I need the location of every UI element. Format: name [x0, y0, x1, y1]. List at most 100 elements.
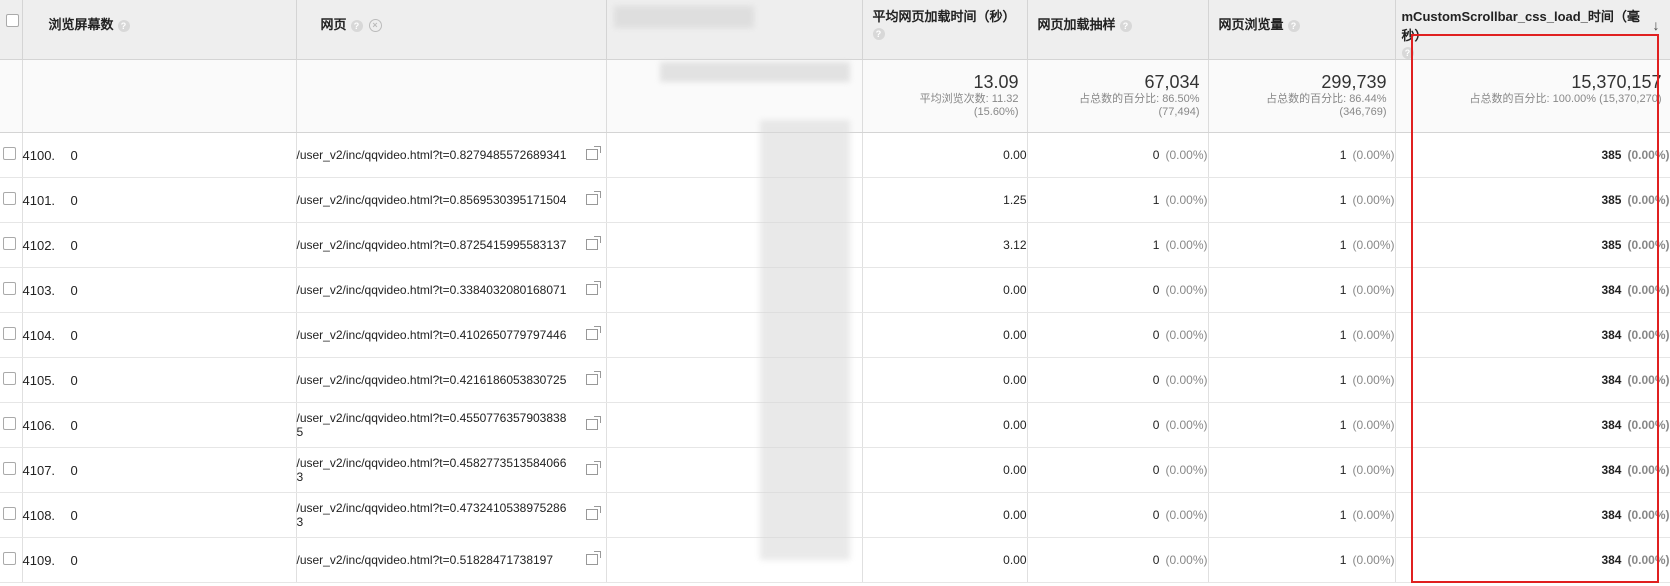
report-table-view: 浏览屏幕数? 网页? × 平均网页加载时间（秒）? 网页加载抽样? 网页浏览量? … [0, 0, 1670, 586]
load-time-value: 3.12 [1003, 238, 1027, 252]
row-index: 4106. [22, 417, 56, 433]
page-link[interactable]: /user_v2/inc/qqvideo.html?t=0.4732410538… [297, 501, 569, 529]
metric-pct: (0.00%) [1627, 238, 1670, 252]
help-icon[interactable]: ? [117, 19, 130, 32]
screens-value: 0 [70, 507, 78, 523]
total-load-sample-sub: 占总数的百分比: 86.50% [1079, 93, 1200, 105]
total-pageviews: 299,739 [1321, 72, 1387, 92]
total-load-sample-abs: (77,494) [1158, 106, 1200, 118]
col-header-screens[interactable]: 浏览屏幕数? [22, 0, 297, 60]
external-link-icon[interactable] [585, 416, 601, 430]
metric-pct: (0.00%) [1627, 463, 1670, 477]
load-time-value: 1.25 [1003, 193, 1027, 207]
help-icon[interactable]: ? [1401, 46, 1414, 59]
help-icon[interactable]: ? [872, 27, 885, 40]
total-load-time-sub: 平均浏览次数: 11.32 [919, 93, 1019, 105]
row-checkbox[interactable] [3, 552, 16, 565]
pageviews-value: 1 [1339, 418, 1347, 432]
load-sample-value: 0 [1152, 283, 1160, 297]
page-link[interactable]: /user_v2/inc/qqvideo.html?t=0.4550776357… [297, 411, 569, 439]
screens-value: 0 [70, 462, 78, 478]
total-metric-sub: 占总数的百分比: 100.00% (15,370,270) [1469, 93, 1662, 105]
metric-value: 385 [1601, 238, 1622, 252]
col-header-page[interactable]: 网页? × [296, 0, 607, 60]
row-checkbox[interactable] [3, 372, 16, 385]
load-sample-value: 0 [1152, 418, 1160, 432]
row-checkbox[interactable] [3, 417, 16, 430]
row-index: 4105. [22, 372, 56, 388]
load-sample-value: 1 [1152, 238, 1160, 252]
load-sample-pct: (0.00%) [1165, 463, 1208, 477]
row-checkbox[interactable] [3, 282, 16, 295]
load-time-value: 0.00 [1003, 553, 1027, 567]
row-index: 4104. [22, 327, 56, 343]
external-link-icon[interactable] [585, 506, 601, 520]
row-index: 4102. [22, 237, 56, 253]
load-sample-pct: (0.00%) [1165, 238, 1208, 252]
metric-pct: (0.00%) [1627, 508, 1670, 522]
page-link[interactable]: /user_v2/inc/qqvideo.html?t=0.8279485572… [297, 148, 569, 162]
row-index: 4100. [22, 147, 56, 163]
col-header-load-time[interactable]: 平均网页加载时间（秒）? [862, 0, 1028, 60]
help-icon[interactable]: ? [350, 19, 363, 32]
col-header-metric[interactable]: mCustomScrollbar_css_load_时间（毫秒）? ↓ [1395, 0, 1670, 60]
page-link[interactable]: /user_v2/inc/qqvideo.html?t=0.4102650779… [297, 328, 569, 342]
row-checkbox[interactable] [3, 237, 16, 250]
pageviews-pct: (0.00%) [1352, 553, 1395, 567]
pageviews-value: 1 [1339, 373, 1347, 387]
external-link-icon[interactable] [585, 461, 601, 475]
load-time-value: 0.00 [1003, 418, 1027, 432]
load-sample-value: 1 [1152, 193, 1160, 207]
external-link-icon[interactable] [585, 146, 601, 160]
pageviews-pct: (0.00%) [1352, 508, 1395, 522]
metric-value: 384 [1601, 373, 1622, 387]
row-checkbox[interactable] [3, 147, 16, 160]
metric-pct: (0.00%) [1627, 373, 1670, 387]
screens-value: 0 [70, 327, 78, 343]
row-index: 4107. [22, 462, 56, 478]
load-time-value: 0.00 [1003, 373, 1027, 387]
external-link-icon[interactable] [585, 551, 601, 565]
external-link-icon[interactable] [585, 236, 601, 250]
page-link[interactable]: /user_v2/inc/qqvideo.html?t=0.4582773513… [297, 456, 569, 484]
screens-value: 0 [70, 552, 78, 568]
page-link[interactable]: /user_v2/inc/qqvideo.html?t=0.4216186053… [297, 373, 569, 387]
remove-dimension-icon[interactable]: × [368, 19, 382, 33]
page-link[interactable]: /user_v2/inc/qqvideo.html?t=0.8569530395… [297, 193, 569, 207]
screens-value: 0 [70, 282, 78, 298]
sort-desc-icon[interactable]: ↓ [1653, 17, 1660, 33]
total-load-sample: 67,034 [1144, 72, 1200, 92]
row-checkbox[interactable] [3, 192, 16, 205]
load-sample-pct: (0.00%) [1165, 148, 1208, 162]
page-link[interactable]: /user_v2/inc/qqvideo.html?t=0.3384032080… [297, 283, 569, 297]
metric-pct: (0.00%) [1627, 148, 1670, 162]
select-all-checkbox[interactable] [6, 14, 19, 27]
row-checkbox[interactable] [3, 507, 16, 520]
load-sample-value: 0 [1152, 148, 1160, 162]
col-header-load-sample[interactable]: 网页加载抽样? [1027, 0, 1209, 60]
row-checkbox[interactable] [3, 462, 16, 475]
select-all-header[interactable] [0, 0, 23, 60]
metric-value: 385 [1601, 148, 1622, 162]
external-link-icon[interactable] [585, 281, 601, 295]
pageviews-value: 1 [1339, 463, 1347, 477]
metric-pct: (0.00%) [1627, 418, 1670, 432]
col-header-pageviews[interactable]: 网页浏览量? [1208, 0, 1396, 60]
page-link[interactable]: /user_v2/inc/qqvideo.html?t=0.8725415995… [297, 238, 569, 252]
load-time-value: 0.00 [1003, 148, 1027, 162]
row-checkbox[interactable] [3, 327, 16, 340]
external-link-icon[interactable] [585, 371, 601, 385]
load-time-value: 0.00 [1003, 508, 1027, 522]
load-sample-value: 0 [1152, 508, 1160, 522]
load-sample-pct: (0.00%) [1165, 283, 1208, 297]
external-link-icon[interactable] [585, 191, 601, 205]
total-pageviews-abs: (346,769) [1339, 106, 1387, 118]
page-link[interactable]: /user_v2/inc/qqvideo.html?t=0.5182847173… [297, 553, 569, 567]
help-icon[interactable]: ? [1287, 19, 1300, 32]
external-link-icon[interactable] [585, 326, 601, 340]
pageviews-value: 1 [1339, 553, 1347, 567]
load-sample-pct: (0.00%) [1165, 373, 1208, 387]
help-icon[interactable]: ? [1119, 19, 1132, 32]
metric-value: 384 [1601, 463, 1622, 477]
screens-value: 0 [70, 237, 78, 253]
